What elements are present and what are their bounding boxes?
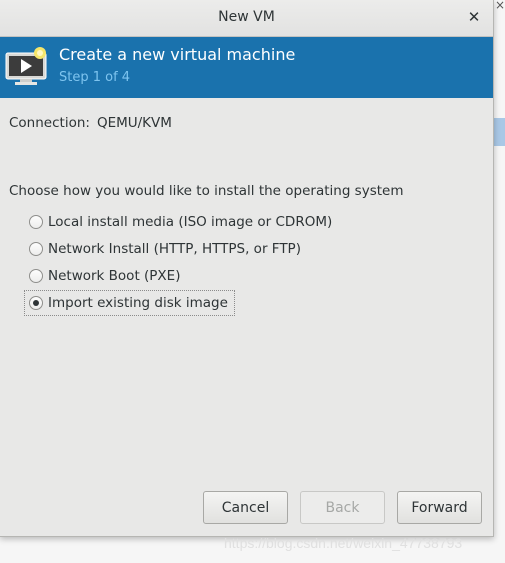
- banner-title: Create a new virtual machine: [59, 45, 296, 64]
- radio-button[interactable]: [29, 242, 43, 256]
- radio-button[interactable]: [29, 215, 43, 229]
- background-close-icon: ×: [495, 0, 505, 12]
- install-method-prompt: Choose how you would like to install the…: [9, 183, 404, 199]
- cancel-button[interactable]: Cancel: [203, 491, 288, 524]
- radio-label: Local install media (ISO image or CDROM): [48, 214, 333, 230]
- connection-label: Connection:: [9, 115, 90, 131]
- forward-button[interactable]: Forward: [397, 491, 482, 524]
- radio-network-boot[interactable]: Network Boot (PXE): [24, 263, 187, 289]
- step-indicator: Step 1 of 4: [59, 70, 131, 85]
- watermark-text: https://blog.csdn.net/weixin_47738793: [224, 535, 463, 551]
- radio-label: Network Boot (PXE): [48, 268, 181, 284]
- radio-import-disk-image[interactable]: Import existing disk image: [24, 290, 235, 316]
- connection-value: QEMU/KVM: [96, 115, 172, 131]
- radio-button[interactable]: [29, 269, 43, 283]
- new-vm-dialog: New VM ✕ Create a new virtual machine St…: [0, 0, 494, 537]
- radio-local-install-media[interactable]: Local install media (ISO image or CDROM): [24, 209, 339, 235]
- close-icon[interactable]: ✕: [465, 8, 483, 26]
- radio-button-selected[interactable]: [29, 296, 43, 310]
- connection-row: Connection: QEMU/KVM: [9, 115, 172, 131]
- background-selection-strip: [494, 118, 505, 146]
- radio-label: Import existing disk image: [48, 295, 228, 311]
- radio-network-install[interactable]: Network Install (HTTP, HTTPS, or FTP): [24, 236, 308, 262]
- back-button[interactable]: Back: [300, 491, 385, 524]
- window-title: New VM: [218, 9, 275, 25]
- vm-monitor-icon: [5, 47, 47, 85]
- radio-label: Network Install (HTTP, HTTPS, or FTP): [48, 241, 301, 257]
- wizard-banner: Create a new virtual machine Step 1 of 4: [0, 37, 493, 98]
- title-bar: New VM ✕: [0, 0, 493, 37]
